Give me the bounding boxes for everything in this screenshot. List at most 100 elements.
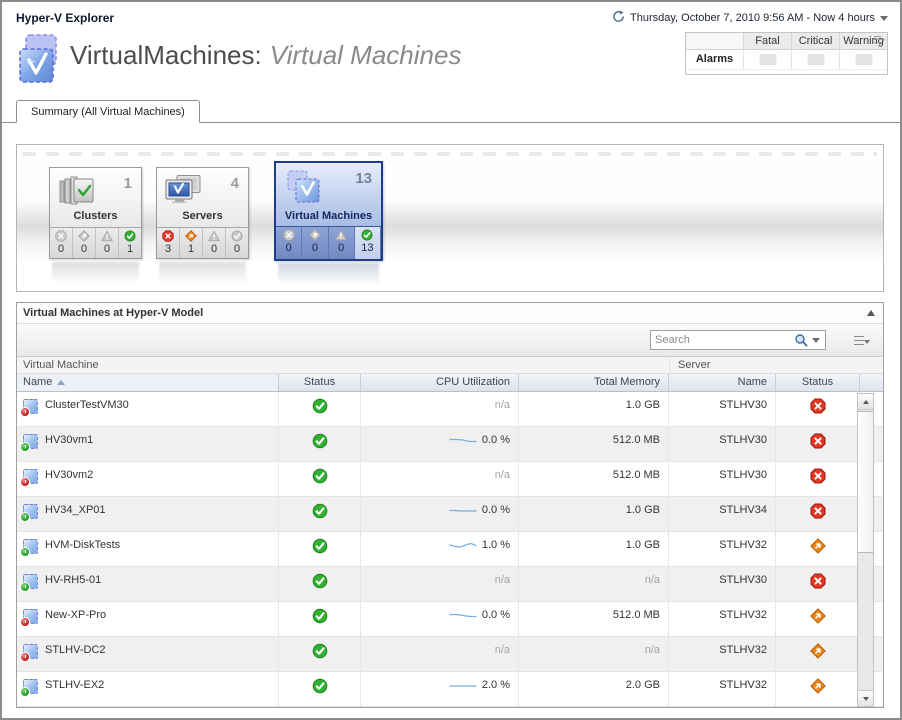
- panel-collapse-icon[interactable]: [867, 310, 875, 316]
- vm-name: HV34_XP01: [45, 504, 106, 516]
- column-header-server-name[interactable]: Name: [669, 374, 776, 391]
- column-header-server-status[interactable]: Status: [776, 374, 860, 391]
- tile-status-warning[interactable]: 0: [96, 228, 119, 258]
- vm-icon: [23, 679, 38, 694]
- cpu-value: 0.0 %: [482, 609, 510, 621]
- table-row[interactable]: HV30vm2n/a512.0 MBSTLHV30: [17, 462, 883, 497]
- cpu-utilization-cell: 1.0 %: [361, 532, 519, 566]
- table-row[interactable]: HV34_XP010.0 %1.0 GBSTLHV34: [17, 497, 883, 532]
- vm-name: HV30vm2: [45, 469, 93, 481]
- table-row[interactable]: STLHV-EX22.0 %2.0 GBSTLHV32: [17, 672, 883, 707]
- total-memory-cell: 512.0 MB: [519, 602, 669, 636]
- vm-power-off-badge: [20, 617, 30, 627]
- tile-status-count: 1: [119, 243, 141, 255]
- virtual-machines-icon: [283, 169, 325, 205]
- tile-status-count: 1: [180, 243, 202, 255]
- server-status-cell: [776, 672, 860, 706]
- server-name-cell: STLHV30: [669, 567, 776, 601]
- fatal-status-icon: [162, 230, 174, 242]
- vm-status-cell: [279, 602, 361, 636]
- tile-count: 13: [355, 170, 372, 187]
- table-row[interactable]: HV-RH5-01n/an/aSTLHV30: [17, 567, 883, 602]
- tile-status-critical[interactable]: 0: [302, 227, 328, 259]
- column-header-total-memory[interactable]: Total Memory: [519, 374, 669, 391]
- server-status-cell: [776, 602, 860, 636]
- scroll-up-button[interactable]: [858, 394, 873, 410]
- vm-status-cell: [279, 497, 361, 531]
- table-row[interactable]: ClusterTestVM30n/a1.0 GBSTLHV30: [17, 392, 883, 427]
- tile-status-normal[interactable]: 1: [119, 228, 141, 258]
- tab-summary-all-virtual-machines[interactable]: Summary (All Virtual Machines): [16, 100, 200, 123]
- tile-status-normal[interactable]: 13: [355, 227, 381, 259]
- critical-status-icon: [810, 608, 826, 624]
- alarms-footer: [686, 69, 887, 74]
- tile-status-normal[interactable]: 0: [226, 228, 248, 258]
- search-input[interactable]: [651, 332, 792, 348]
- vm-name: ClusterTestVM30: [45, 399, 129, 411]
- page-title: VirtualMachines: Virtual Machines: [70, 40, 461, 71]
- tile-status-critical[interactable]: 1: [180, 228, 203, 258]
- scrollbar-thumb[interactable]: [858, 411, 873, 553]
- cpu-value: n/a: [495, 574, 510, 586]
- tile-status-count: 0: [50, 243, 72, 255]
- alarms-table-menu-icon[interactable]: [874, 35, 885, 45]
- normal-status-icon: [312, 608, 328, 624]
- tile-status-fatal[interactable]: 0: [276, 227, 302, 259]
- time-range-selector[interactable]: Thursday, October 7, 2010 9:56 AM - Now …: [612, 10, 888, 26]
- total-memory-cell: 512.0 MB: [519, 462, 669, 496]
- table-row[interactable]: HVM-DiskTests1.0 %1.0 GBSTLHV32: [17, 532, 883, 567]
- vm-icon: [23, 609, 38, 624]
- vm-icon: [23, 469, 38, 484]
- vm-status-cell: [279, 567, 361, 601]
- server-name-cell: STLHV30: [669, 427, 776, 461]
- tile-status-fatal[interactable]: 3: [157, 228, 180, 258]
- alarms-critical-cell[interactable]: [791, 50, 839, 69]
- vertical-scrollbar[interactable]: [857, 393, 874, 707]
- tile-virtual-machines[interactable]: 13Virtual Machines00013: [274, 161, 383, 261]
- vm-power-on-badge: [20, 582, 30, 592]
- tile-status-warning[interactable]: 0: [203, 228, 226, 258]
- tile-label: Clusters: [50, 210, 141, 222]
- vm-name-cell: HV-RH5-01: [17, 567, 279, 601]
- normal-status-icon: [312, 503, 328, 519]
- tile-status-critical[interactable]: 0: [73, 228, 96, 258]
- vm-status-cell: [279, 532, 361, 566]
- column-header-cpu-utilization[interactable]: CPU Utilization: [361, 374, 519, 391]
- tile-clusters[interactable]: 1Clusters0001: [49, 167, 142, 259]
- critical-status-icon: [78, 230, 90, 242]
- server-status-cell: [776, 532, 860, 566]
- scroll-down-button[interactable]: [858, 690, 873, 706]
- column-header-vm-name[interactable]: Name: [17, 374, 279, 391]
- tile-status-count: 0: [226, 243, 248, 255]
- tile-status-fatal[interactable]: 0: [50, 228, 73, 258]
- page-title-context: Virtual Machines: [270, 40, 462, 70]
- table-row[interactable]: HV30vm10.0 %512.0 MBSTLHV30: [17, 427, 883, 462]
- table-row[interactable]: New-XP-Pro0.0 %512.0 MBSTLHV32: [17, 602, 883, 637]
- page-title-main: VirtualMachines:: [70, 40, 262, 70]
- server-name-cell: STLHV30: [669, 392, 776, 426]
- server-status-cell: [776, 567, 860, 601]
- fatal-status-icon: [283, 229, 295, 241]
- vm-name-cell: New-XP-Pro: [17, 602, 279, 636]
- normal-status-icon: [312, 678, 328, 694]
- table-row[interactable]: STLHV-DC2n/an/aSTLHV32: [17, 637, 883, 672]
- fatal-status-icon: [810, 573, 826, 589]
- vm-power-off-badge: [20, 477, 30, 487]
- tile-count: 4: [231, 175, 239, 192]
- vm-power-on-badge: [20, 512, 30, 522]
- cpu-sparkline: [448, 540, 478, 551]
- critical-status-icon: [810, 538, 826, 554]
- alarms-warning-cell[interactable]: [839, 50, 887, 69]
- tile-status-count: 0: [203, 243, 225, 255]
- cpu-sparkline: [448, 435, 478, 446]
- column-picker-icon[interactable]: [854, 334, 870, 347]
- tile-servers[interactable]: 4Servers3100: [156, 167, 249, 259]
- column-header-filler: [860, 374, 883, 391]
- vm-table-panel: Virtual Machines at Hyper-V Model Virtua…: [16, 302, 884, 708]
- alarms-fatal-cell[interactable]: [743, 50, 791, 69]
- tile-status-warning[interactable]: 0: [329, 227, 355, 259]
- vm-status-cell: [279, 427, 361, 461]
- search-button[interactable]: [792, 333, 825, 347]
- column-header-vm-status[interactable]: Status: [279, 374, 361, 391]
- panel-title: Virtual Machines at Hyper-V Model: [17, 303, 883, 324]
